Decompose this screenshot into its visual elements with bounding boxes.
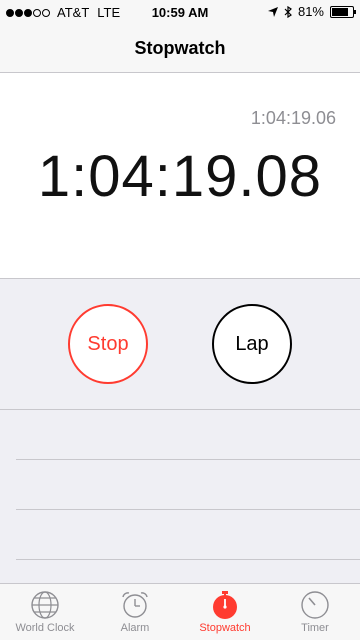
divider	[0, 409, 360, 410]
status-bar: AT&T LTE 10:59 AM 81%	[0, 0, 360, 24]
battery-icon	[330, 5, 356, 18]
globe-icon	[31, 591, 59, 619]
tab-alarm[interactable]: Alarm	[90, 584, 180, 640]
tab-timer[interactable]: Timer	[270, 584, 360, 640]
tab-world-clock[interactable]: World Clock	[0, 584, 90, 640]
current-lap-time: 1:04:19.06	[250, 108, 336, 128]
bluetooth-icon	[284, 5, 292, 18]
lap-button[interactable]: Lap	[212, 304, 292, 384]
status-right: 81%	[267, 4, 356, 19]
battery-fill	[332, 7, 348, 16]
stopwatch-display: 1:04:19.06 1:04:19.08	[0, 73, 360, 279]
tab-stopwatch[interactable]: Stopwatch	[180, 584, 270, 640]
tab-label: Timer	[301, 622, 329, 634]
alarm-clock-icon	[122, 592, 148, 618]
tab-label: Alarm	[120, 622, 150, 634]
elapsed-time: 1:04:19.08	[37, 144, 323, 209]
list-separator	[16, 509, 360, 510]
timer-icon	[301, 591, 329, 619]
stop-button[interactable]: Stop	[68, 304, 148, 384]
battery-percent: 81%	[297, 4, 324, 19]
tab-label: Stopwatch	[199, 622, 251, 634]
tab-label: World Clock	[15, 622, 75, 634]
list-separator	[16, 459, 360, 460]
location-arrow-icon	[267, 6, 278, 17]
list-separator	[16, 559, 360, 560]
lap-list[interactable]	[0, 409, 360, 584]
stopwatch-icon	[213, 591, 237, 619]
nav-bar: Stopwatch	[0, 24, 360, 73]
stopwatch-controls: Stop Lap	[0, 279, 360, 409]
page-title: Stopwatch	[134, 38, 226, 58]
tab-bar: World Clock Alarm Stopwatch Timer	[0, 583, 360, 640]
